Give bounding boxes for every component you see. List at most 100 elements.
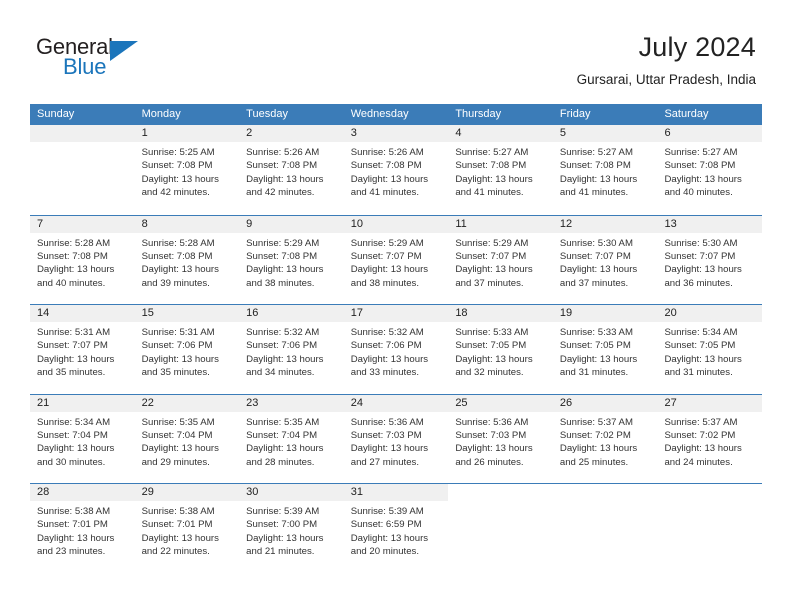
day-cell[interactable]: 8 Sunrise: 5:28 AM Sunset: 7:08 PM Dayli… bbox=[134, 215, 240, 304]
daylight-text-line2: and 24 minutes. bbox=[664, 456, 733, 468]
day-cell[interactable] bbox=[448, 484, 553, 573]
weekday-header-monday: Monday bbox=[141, 108, 181, 120]
sunrise-text: Sunrise: 5:31 AM bbox=[141, 327, 215, 338]
weekday-header-tuesday: Tuesday bbox=[246, 108, 288, 120]
day-cell[interactable]: 11 Sunrise: 5:29 AM Sunset: 7:07 PM Dayl… bbox=[448, 215, 553, 304]
day-number: 21 bbox=[30, 394, 135, 412]
day-cell[interactable]: 28 Sunrise: 5:38 AM Sunset: 7:01 PM Dayl… bbox=[30, 484, 135, 573]
day-cell[interactable]: 5 Sunrise: 5:27 AM Sunset: 7:08 PM Dayli… bbox=[552, 125, 658, 215]
day-cell[interactable] bbox=[552, 484, 658, 573]
day-cell[interactable]: 30 Sunrise: 5:39 AM Sunset: 7:00 PM Dayl… bbox=[239, 484, 344, 573]
day-detail: Sunrise: 5:36 AM Sunset: 7:03 PM Dayligh… bbox=[344, 412, 449, 470]
daylight-text-line1: Daylight: 13 hours bbox=[141, 353, 219, 365]
day-detail: Sunrise: 5:25 AM Sunset: 7:08 PM Dayligh… bbox=[135, 142, 240, 200]
title-block: July 2024 Gursarai, Uttar Pradesh, India bbox=[577, 30, 756, 90]
daylight-text-line2: and 34 minutes. bbox=[246, 367, 315, 379]
sunset-text: Sunset: 7:08 PM bbox=[664, 160, 736, 172]
day-cell[interactable]: 16 Sunrise: 5:32 AM Sunset: 7:06 PM Dayl… bbox=[239, 305, 344, 394]
page-title: July 2024 bbox=[638, 32, 756, 62]
day-cell[interactable]: 29 Sunrise: 5:38 AM Sunset: 7:01 PM Dayl… bbox=[134, 484, 240, 573]
day-cell[interactable]: 3 Sunrise: 5:26 AM Sunset: 7:08 PM Dayli… bbox=[343, 125, 449, 215]
day-cell[interactable]: 9 Sunrise: 5:29 AM Sunset: 7:08 PM Dayli… bbox=[239, 215, 344, 304]
day-cell[interactable]: 22 Sunrise: 5:35 AM Sunset: 7:04 PM Dayl… bbox=[134, 394, 240, 483]
day-cell[interactable]: 19 Sunrise: 5:33 AM Sunset: 7:05 PM Dayl… bbox=[552, 305, 658, 394]
day-detail bbox=[657, 501, 762, 505]
calendar-grid: Sunday Monday Tuesday Wednesday Thursday… bbox=[30, 104, 763, 573]
sunrise-text: Sunrise: 5:29 AM bbox=[455, 237, 529, 249]
day-cell[interactable]: 14 Sunrise: 5:31 AM Sunset: 7:07 PM Dayl… bbox=[30, 305, 135, 394]
day-cell[interactable]: 23 Sunrise: 5:35 AM Sunset: 7:04 PM Dayl… bbox=[239, 394, 344, 483]
sunset-text: Sunset: 7:07 PM bbox=[350, 250, 422, 262]
daylight-text-line1: Daylight: 13 hours bbox=[141, 443, 219, 455]
day-cell[interactable] bbox=[657, 484, 763, 573]
day-cell[interactable]: 10 Sunrise: 5:29 AM Sunset: 7:07 PM Dayl… bbox=[343, 215, 449, 304]
day-detail: Sunrise: 5:29 AM Sunset: 7:07 PM Dayligh… bbox=[344, 233, 449, 291]
day-cell[interactable]: 20 Sunrise: 5:34 AM Sunset: 7:05 PM Dayl… bbox=[657, 305, 763, 394]
day-detail: Sunrise: 5:26 AM Sunset: 7:08 PM Dayligh… bbox=[239, 142, 344, 200]
day-number: 9 bbox=[239, 215, 344, 233]
sunrise-text: Sunrise: 5:32 AM bbox=[246, 327, 320, 338]
daylight-text-line2: and 25 minutes. bbox=[559, 456, 629, 468]
daylight-text-line2: and 22 minutes. bbox=[141, 546, 210, 558]
weekday-header-sunday: Sunday bbox=[37, 108, 75, 120]
day-number: 17 bbox=[343, 305, 449, 322]
daylight-text-line2: and 35 minutes. bbox=[37, 367, 106, 379]
daylight-text-line2: and 31 minutes. bbox=[559, 367, 629, 379]
day-detail: Sunrise: 5:38 AM Sunset: 7:01 PM Dayligh… bbox=[30, 501, 135, 559]
day-detail: Sunrise: 5:37 AM Sunset: 7:02 PM Dayligh… bbox=[657, 412, 762, 470]
day-number: 16 bbox=[239, 305, 344, 322]
day-number: 5 bbox=[552, 125, 658, 142]
day-cell[interactable]: 15 Sunrise: 5:31 AM Sunset: 7:06 PM Dayl… bbox=[134, 305, 240, 394]
day-cell[interactable]: 17 Sunrise: 5:32 AM Sunset: 7:06 PM Dayl… bbox=[343, 305, 449, 394]
day-detail: Sunrise: 5:31 AM Sunset: 7:06 PM Dayligh… bbox=[135, 322, 240, 380]
day-cell[interactable]: 12 Sunrise: 5:30 AM Sunset: 7:07 PM Dayl… bbox=[552, 215, 658, 304]
week-row: 28 Sunrise: 5:38 AM Sunset: 7:01 PM Dayl… bbox=[30, 483, 763, 573]
day-number bbox=[552, 484, 658, 501]
daylight-text-line1: Daylight: 13 hours bbox=[141, 173, 219, 185]
sunrise-text: Sunrise: 5:35 AM bbox=[246, 416, 320, 428]
daylight-text-line1: Daylight: 13 hours bbox=[559, 173, 638, 185]
day-cell[interactable]: 13 Sunrise: 5:30 AM Sunset: 7:07 PM Dayl… bbox=[657, 215, 763, 304]
daylight-text-line2: and 26 minutes. bbox=[455, 456, 524, 468]
sunset-text: Sunset: 7:02 PM bbox=[559, 429, 631, 441]
day-number: 29 bbox=[134, 484, 240, 501]
day-cell[interactable]: 24 Sunrise: 5:36 AM Sunset: 7:03 PM Dayl… bbox=[343, 394, 449, 483]
day-cell[interactable] bbox=[30, 125, 135, 215]
day-number: 23 bbox=[239, 394, 344, 412]
day-cell[interactable]: 25 Sunrise: 5:36 AM Sunset: 7:03 PM Dayl… bbox=[448, 394, 553, 483]
day-cell[interactable]: 27 Sunrise: 5:37 AM Sunset: 7:02 PM Dayl… bbox=[657, 394, 763, 483]
sunrise-text: Sunrise: 5:29 AM bbox=[350, 237, 424, 249]
day-cell[interactable]: 26 Sunrise: 5:37 AM Sunset: 7:02 PM Dayl… bbox=[552, 394, 658, 483]
day-number: 4 bbox=[448, 125, 553, 142]
day-cell[interactable]: 21 Sunrise: 5:34 AM Sunset: 7:04 PM Dayl… bbox=[30, 394, 135, 483]
day-cell[interactable]: 31 Sunrise: 5:39 AM Sunset: 6:59 PM Dayl… bbox=[343, 484, 449, 573]
daylight-text-line2: and 42 minutes. bbox=[141, 187, 210, 199]
day-cell[interactable]: 7 Sunrise: 5:28 AM Sunset: 7:08 PM Dayli… bbox=[30, 215, 135, 304]
day-number: 6 bbox=[657, 125, 763, 142]
day-cell[interactable]: 6 Sunrise: 5:27 AM Sunset: 7:08 PM Dayli… bbox=[657, 125, 763, 215]
daylight-text-line2: and 38 minutes. bbox=[350, 277, 420, 289]
sunset-text: Sunset: 7:08 PM bbox=[246, 250, 318, 262]
daylight-text-line1: Daylight: 13 hours bbox=[664, 353, 742, 365]
day-cell[interactable]: 1 Sunrise: 5:25 AM Sunset: 7:08 PM Dayli… bbox=[134, 125, 240, 215]
daylight-text-line1: Daylight: 13 hours bbox=[664, 173, 742, 185]
sunset-text: Sunset: 7:03 PM bbox=[350, 429, 422, 441]
sunrise-text: Sunrise: 5:39 AM bbox=[350, 506, 424, 517]
sunrise-text: Sunrise: 5:26 AM bbox=[246, 147, 320, 158]
day-number: 25 bbox=[448, 394, 553, 412]
daylight-text-line2: and 29 minutes. bbox=[141, 456, 210, 468]
day-number: 2 bbox=[239, 125, 344, 142]
sunrise-text: Sunrise: 5:27 AM bbox=[664, 147, 738, 158]
daylight-text-line1: Daylight: 13 hours bbox=[664, 443, 742, 455]
sunset-text: Sunset: 7:08 PM bbox=[246, 160, 318, 172]
sunset-text: Sunset: 7:07 PM bbox=[37, 340, 108, 352]
daylight-text-line2: and 33 minutes. bbox=[350, 367, 420, 379]
general-blue-logo[interactable]: General Blue bbox=[36, 36, 236, 90]
daylight-text-line2: and 36 minutes. bbox=[664, 277, 733, 289]
day-cell[interactable]: 2 Sunrise: 5:26 AM Sunset: 7:08 PM Dayli… bbox=[239, 125, 344, 215]
day-detail: Sunrise: 5:33 AM Sunset: 7:05 PM Dayligh… bbox=[553, 322, 658, 380]
week-row: 1 Sunrise: 5:25 AM Sunset: 7:08 PM Dayli… bbox=[30, 125, 763, 215]
day-detail: Sunrise: 5:29 AM Sunset: 7:08 PM Dayligh… bbox=[239, 233, 344, 291]
day-cell[interactable]: 4 Sunrise: 5:27 AM Sunset: 7:08 PM Dayli… bbox=[448, 125, 553, 215]
day-cell[interactable]: 18 Sunrise: 5:33 AM Sunset: 7:05 PM Dayl… bbox=[448, 305, 553, 394]
